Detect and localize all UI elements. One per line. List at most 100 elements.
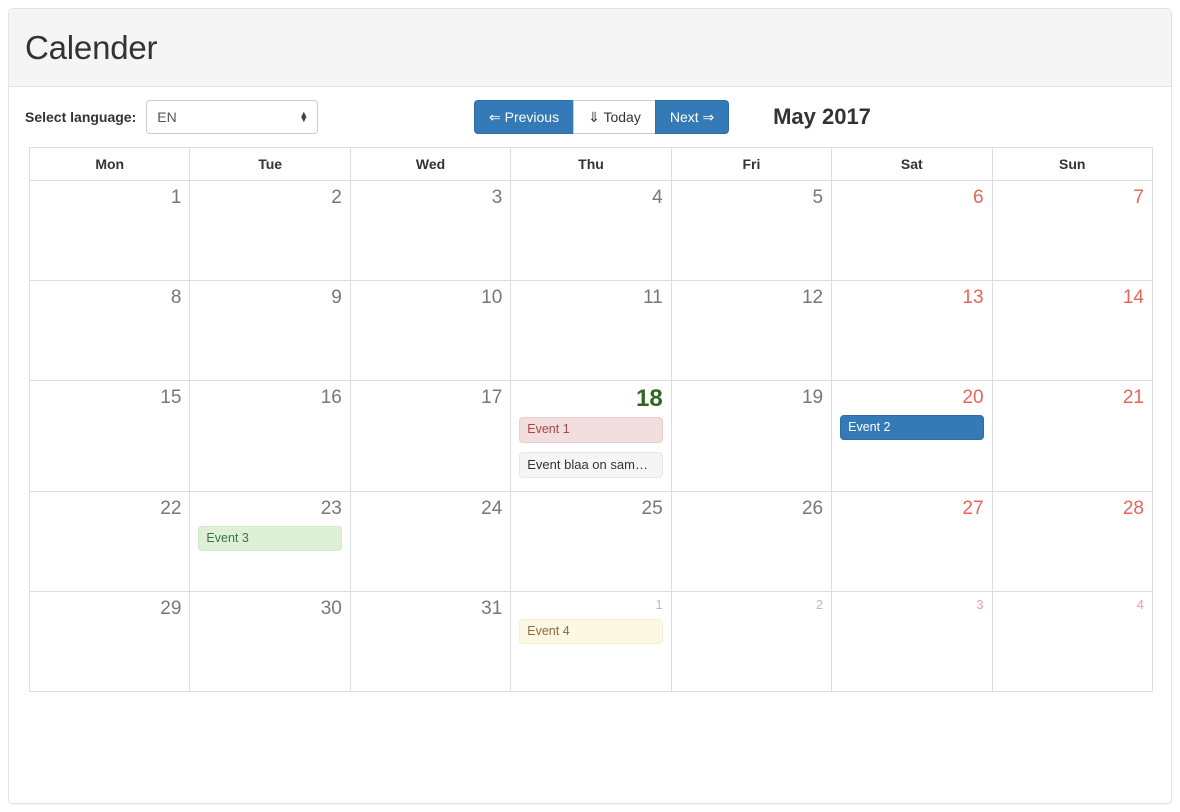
day-number: 15: [160, 387, 182, 408]
language-label: Select language:: [25, 109, 137, 125]
day-number: 2: [331, 187, 342, 208]
day-number: 5: [812, 187, 824, 208]
navigation-button-group: ⇐ Previous ⇓ Today Next ⇒: [474, 100, 730, 134]
day-number: 20: [962, 387, 984, 408]
calendar-day-cell[interactable]: 5: [670, 180, 833, 281]
day-number: 6: [972, 187, 984, 208]
calendar-week-row: 8 9 10 11 12 13 14: [28, 280, 1154, 381]
calendar-day-cell[interactable]: 12: [670, 280, 833, 381]
day-events: Event 3: [198, 525, 342, 552]
day-number: 17: [481, 387, 503, 408]
calendar-day-cell[interactable]: 19: [670, 380, 833, 492]
calendar-header: Mon Tue Wed Thu Fri Sat Sun: [28, 147, 1154, 181]
calendar-day-cell[interactable]: 31: [349, 590, 512, 692]
day-number: 12: [801, 287, 824, 308]
day-number: 13: [962, 287, 984, 308]
calendar-day-cell[interactable]: 3: [349, 180, 512, 281]
calendar-day-cell[interactable]: 9: [189, 280, 351, 381]
weekday-header-mon: Mon: [28, 147, 191, 181]
calendar-day-cell[interactable]: 1 Event 4: [510, 590, 672, 692]
calendar-day-cell[interactable]: 28: [991, 490, 1154, 592]
calendar-table: Mon Tue Wed Thu Fri Sat Sun 1 2 3 4 5 6 7 8 9 10 11 12 13 1…: [28, 147, 1154, 692]
day-number: 21: [1122, 387, 1144, 408]
day-number: 9: [331, 287, 342, 308]
calendar-day-cell[interactable]: 25: [510, 490, 672, 592]
day-events: Event 2: [840, 414, 984, 441]
day-number: 8: [170, 287, 182, 308]
day-number: 25: [641, 497, 663, 519]
day-number: 11: [642, 287, 663, 308]
day-number: 18: [635, 385, 663, 412]
calendar-day-cell[interactable]: 4: [510, 180, 672, 281]
calendar-day-cell[interactable]: 24: [349, 490, 512, 592]
panel-heading: Calender: [9, 9, 1171, 87]
calendar-event[interactable]: Event 2: [840, 414, 984, 441]
calendar-event[interactable]: Event 3: [198, 525, 342, 552]
calendar-day-cell[interactable]: 3: [831, 590, 993, 692]
language-select[interactable]: EN: [146, 100, 319, 134]
calendar-day-cell[interactable]: 29: [28, 590, 191, 692]
day-number: 10: [481, 287, 503, 308]
weekday-header-row: Mon Tue Wed Thu Fri Sat Sun: [28, 147, 1154, 181]
calendar-day-cell[interactable]: 11: [510, 280, 672, 381]
calendar-week-row: 15 16 17 18 Event 1 Event blaa on same day! 19…: [28, 380, 1154, 492]
calendar-week-row: 29 30 31 1 Event 4 2 3 4: [28, 590, 1154, 692]
previous-month-button[interactable]: ⇐ Previous: [474, 100, 575, 134]
calendar-day-cell[interactable]: 4: [991, 590, 1154, 692]
calendar-day-cell[interactable]: 22: [28, 490, 191, 592]
day-number: 4: [1136, 596, 1144, 612]
today-button[interactable]: ⇓ Today: [573, 100, 656, 134]
next-month-button[interactable]: Next ⇒: [654, 100, 730, 134]
calendar-day-cell[interactable]: 8: [28, 280, 191, 381]
calendar-day-cell[interactable]: 30: [189, 590, 351, 692]
weekday-header-thu: Thu: [510, 147, 672, 181]
calendar-toolbar: Select language: EN ▲ ▼ ⇐ Previous ⇓ Toda…: [9, 87, 1171, 147]
day-number: 1: [170, 187, 182, 208]
day-events: Event 1 Event blaa on same day!: [519, 417, 663, 478]
weekday-header-sat: Sat: [831, 147, 993, 181]
calendar-day-cell[interactable]: 20 Event 2: [831, 380, 993, 492]
day-number: 29: [160, 597, 182, 619]
calendar-event[interactable]: Event blaa on same day!: [519, 451, 663, 478]
day-number: 19: [801, 387, 824, 408]
day-number: 16: [320, 387, 342, 408]
calendar-day-cell[interactable]: 13: [831, 280, 993, 381]
calendar-day-cell[interactable]: 26: [670, 490, 833, 592]
calendar-day-cell[interactable]: 10: [349, 280, 512, 381]
day-number: 27: [962, 497, 984, 519]
calendar-container: Mon Tue Wed Thu Fri Sat Sun 1 2 3 4 5 6 7 8 9 10 11 12 13 1…: [9, 147, 1171, 692]
day-number: 4: [652, 187, 663, 208]
day-number: 28: [1122, 497, 1144, 519]
weekday-header-wed: Wed: [349, 147, 512, 181]
calendar-event[interactable]: Event 1: [519, 417, 663, 443]
weekday-header-tue: Tue: [189, 147, 351, 181]
calendar-day-cell[interactable]: 16: [189, 380, 351, 492]
language-select-wrap: EN ▲ ▼: [146, 100, 319, 134]
calendar-week-row: 22 23 Event 3 24 25 26 27 28: [28, 490, 1154, 592]
calendar-day-cell[interactable]: 21: [991, 380, 1154, 492]
day-number: 31: [481, 597, 503, 619]
calendar-day-cell[interactable]: 2: [670, 590, 833, 692]
day-number: 7: [1133, 187, 1144, 208]
calendar-day-cell[interactable]: 14: [991, 280, 1154, 381]
calendar-day-cell[interactable]: 27: [831, 490, 993, 592]
calendar-day-cell[interactable]: 15: [28, 380, 191, 492]
calendar-day-cell[interactable]: 2: [189, 180, 351, 281]
calendar-event[interactable]: Event 4: [519, 618, 663, 645]
day-number: 23: [320, 497, 342, 519]
calendar-day-cell[interactable]: 18 Event 1 Event blaa on same day!: [510, 380, 672, 492]
weekday-header-sun: Sun: [991, 147, 1154, 181]
day-events: Event 4: [519, 618, 663, 645]
calendar-day-cell[interactable]: 7: [991, 180, 1154, 281]
day-number: 24: [481, 497, 503, 519]
day-number: 3: [976, 596, 984, 612]
calendar-day-cell[interactable]: 6: [831, 180, 993, 281]
day-number: 30: [320, 597, 342, 619]
day-number: 26: [801, 497, 824, 519]
calendar-day-cell[interactable]: 23 Event 3: [189, 490, 351, 592]
calendar-day-cell[interactable]: 17: [349, 380, 512, 492]
language-selector-group: Select language: EN ▲ ▼: [25, 100, 319, 134]
page-shell: Calender Select language: EN ▲ ▼ ⇐ Previo…: [0, 0, 1180, 812]
calendar-day-cell[interactable]: 1: [28, 180, 191, 281]
day-number: 2: [815, 596, 824, 612]
